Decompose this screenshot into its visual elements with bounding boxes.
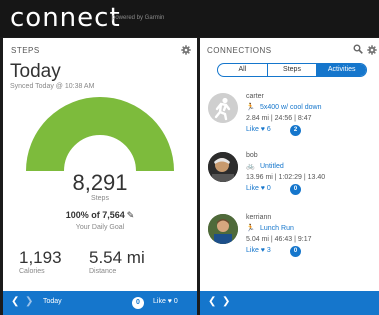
- heart-icon: ♥: [260, 126, 265, 133]
- activity-link[interactable]: 🚲 Untitled: [246, 162, 284, 170]
- steps-count: 8,291: [72, 170, 128, 195]
- comment-count-badge[interactable]: 0: [132, 297, 144, 309]
- comment-count-badge[interactable]: 2: [290, 125, 301, 136]
- list-item: bob 🚲 Untitled 13.96 mi | 1:02:29 | 13.40…: [200, 152, 379, 214]
- running-icon: 🏃: [246, 225, 255, 232]
- gear-icon[interactable]: [367, 45, 377, 55]
- list-item: kerriann 🏃 Lunch Run 5.04 mi | 46:43 | 9:…: [200, 214, 379, 276]
- search-icon[interactable]: [353, 44, 363, 54]
- distance-label: Distance: [89, 268, 117, 275]
- pencil-icon[interactable]: ✎: [127, 210, 135, 220]
- list-item: carter 🏃 5x400 w/ cool down 2.84 mi | 24:…: [200, 93, 379, 155]
- steps-footer: ❮ ❯ Today 0 Like ♥ 0: [3, 291, 197, 315]
- steps-label: Steps: [91, 195, 109, 202]
- comment-count-badge[interactable]: 0: [290, 246, 301, 257]
- distance-value: 5.54 mi: [89, 248, 145, 267]
- like-label: Like: [246, 185, 259, 192]
- synced-timestamp: Synced Today @ 10:38 AM: [10, 83, 95, 90]
- heart-icon: ♥: [167, 298, 172, 305]
- powered-by-text: powered by Garmin: [112, 15, 165, 21]
- activity-title[interactable]: 5x400 w/ cool down: [260, 104, 321, 111]
- avatar[interactable]: [208, 152, 238, 182]
- running-icon: 🏃: [246, 104, 255, 111]
- gear-icon[interactable]: [181, 45, 191, 55]
- activity-stats: 5.04 mi | 46:43 | 9:17: [246, 236, 312, 243]
- page-title: Today: [10, 61, 61, 82]
- like-count: 0: [266, 185, 271, 192]
- like-count: 0: [173, 298, 178, 305]
- avatar[interactable]: [208, 93, 238, 123]
- like-count: 6: [266, 126, 271, 133]
- activity-stats: 13.96 mi | 1:02:29 | 13.40: [246, 174, 326, 181]
- day-label: Today: [43, 298, 62, 305]
- heart-icon: ♥: [260, 185, 265, 192]
- like-label: Like: [246, 247, 259, 254]
- goal-percent-text: 100% of 7,564: [65, 210, 125, 220]
- heart-icon: ♥: [260, 247, 265, 254]
- connect-logo[interactable]: connect: [10, 3, 121, 33]
- connection-name[interactable]: kerriann: [246, 214, 271, 221]
- gauge-fill: [26, 97, 174, 172]
- chevron-right-icon[interactable]: ❯: [25, 296, 33, 307]
- cycling-icon: 🚲: [246, 163, 255, 170]
- connections-footer: ❮ ❯: [200, 291, 379, 315]
- calories-value: 1,193: [19, 248, 62, 267]
- activity-title[interactable]: Untitled: [260, 163, 284, 170]
- connection-name[interactable]: carter: [246, 93, 264, 100]
- tab-activities[interactable]: Activities: [317, 64, 366, 76]
- like-label: Like: [246, 126, 259, 133]
- panel-title: STEPS: [11, 46, 40, 55]
- like-count: 3: [266, 247, 271, 254]
- comment-count-badge[interactable]: 0: [290, 184, 301, 195]
- connections-filter: All Steps Activities: [217, 63, 367, 77]
- tab-all[interactable]: All: [218, 64, 268, 76]
- steps-gauge: [26, 97, 174, 172]
- activity-link[interactable]: 🏃 Lunch Run: [246, 224, 294, 232]
- connection-name[interactable]: bob: [246, 152, 258, 159]
- like-button[interactable]: Like ♥ 0: [153, 298, 178, 305]
- goal-percent: 100% of 7,564 ✎: [3, 210, 197, 221]
- chevron-left-icon[interactable]: ❮: [208, 296, 216, 307]
- like-button[interactable]: Like ♥ 0: [246, 185, 271, 192]
- panel-title: CONNECTIONS: [207, 46, 272, 55]
- tab-steps[interactable]: Steps: [268, 64, 318, 76]
- activity-link[interactable]: 🏃 5x400 w/ cool down: [246, 103, 321, 111]
- goal-label: Your Daily Goal: [75, 224, 125, 231]
- activity-stats: 2.84 mi | 24:56 | 8:47: [246, 115, 312, 122]
- connections-panel: CONNECTIONS All Steps Activities carter …: [200, 38, 379, 291]
- like-button[interactable]: Like ♥ 3: [246, 247, 271, 254]
- like-label: Like: [153, 298, 166, 305]
- calories-label: Calories: [19, 268, 45, 275]
- steps-panel: STEPS Today Synced Today @ 10:38 AM 8,29…: [3, 38, 197, 291]
- top-bar: connect powered by Garmin: [0, 0, 379, 37]
- chevron-right-icon[interactable]: ❯: [222, 296, 230, 307]
- like-button[interactable]: Like ♥ 6: [246, 126, 271, 133]
- chevron-left-icon[interactable]: ❮: [11, 296, 19, 307]
- activity-title[interactable]: Lunch Run: [260, 225, 294, 232]
- avatar[interactable]: [208, 214, 238, 244]
